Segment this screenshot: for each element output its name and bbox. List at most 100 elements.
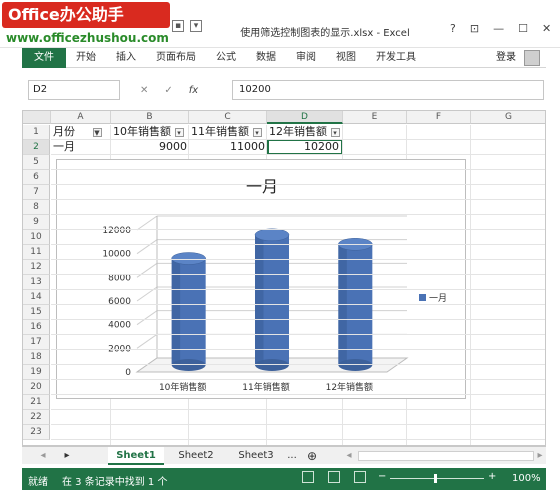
maximize-button[interactable]: ☐ [518,22,528,35]
zoom-level[interactable]: 100% [512,473,541,484]
scroll-right-icon[interactable]: ▸ [60,447,74,465]
row-header[interactable]: 19 [23,365,50,380]
select-all-corner[interactable] [23,111,51,124]
row-header[interactable]: 2 [23,140,50,155]
insert-function-icon[interactable]: fx [189,85,198,96]
formula-buttons: ✕ ✓ fx [140,80,230,100]
row-header[interactable]: 1 [23,125,50,140]
filter-dropdown-icon[interactable]: ▾ [174,127,184,137]
row-header[interactable]: 15 [23,305,50,320]
filter-dropdown-icon[interactable]: ▾ [252,127,262,137]
cell-b2[interactable]: 9000 [111,140,189,154]
tab-view[interactable]: 视图 [326,48,366,68]
avatar[interactable] [524,50,540,66]
column-header-d[interactable]: D [267,111,343,124]
normal-view-icon[interactable] [302,471,314,483]
tab-developer[interactable]: 开发工具 [366,48,426,68]
column-header-g[interactable]: G [471,111,545,124]
column-header-b[interactable]: B [111,111,189,124]
add-sheet-icon[interactable]: ⊕ [304,447,320,465]
tab-review[interactable]: 审阅 [286,48,326,68]
row-header[interactable]: 12 [23,260,50,275]
status-ready: 就绪 [28,477,48,488]
column-header-c[interactable]: C [189,111,267,124]
row-header[interactable]: 23 [23,425,50,440]
row-header[interactable]: 9 [23,215,50,230]
cell-d2-selected[interactable]: 10200 [267,139,343,155]
page-layout-view-icon[interactable] [328,471,340,483]
cell-d1-text: 12年销售额 [269,125,327,138]
tab-page-layout[interactable]: 页面布局 [146,48,206,68]
zoom-slider[interactable] [390,478,484,479]
row-header[interactable]: 16 [23,320,50,335]
row-header[interactable]: 22 [23,410,50,425]
tab-sheet1[interactable]: Sheet1 [108,447,164,465]
row-gridline [51,304,545,305]
save-icon[interactable]: ▪ [172,20,184,32]
horizontal-scrollbar[interactable] [358,451,534,461]
column-header-a[interactable]: A [51,111,111,124]
row-header[interactable]: 8 [23,200,50,215]
scroll-left-icon[interactable]: ◂ [36,447,50,465]
zoom-slider-thumb[interactable] [434,474,437,483]
status-filter-result: 在 3 条记录中找到 1 个 [62,477,168,488]
row-gridline [51,394,545,395]
row-header[interactable]: 18 [23,350,50,365]
cell-a2[interactable]: 一月 [51,140,111,154]
cell-a1[interactable]: 月份 ▼ [51,125,111,139]
row-header[interactable]: 11 [23,245,50,260]
hscroll-right-icon[interactable]: ▸ [534,447,546,465]
quick-access-toolbar: ▪ ▾ [172,20,202,32]
title-bar: Office办公助手 www.officezhushou.com ▪ ▾ 使用筛… [0,0,560,48]
minimize-button[interactable]: — [493,22,504,35]
row-header[interactable]: 20 [23,380,50,395]
zoom-out-icon[interactable]: − [378,471,386,482]
enter-icon[interactable]: ✓ [164,85,172,96]
page-break-view-icon[interactable] [354,471,366,483]
cell-d1[interactable]: 12年销售额 ▾ [267,125,343,139]
tab-file[interactable]: 文件 [22,47,66,68]
cell-c1[interactable]: 11年销售额 ▾ [189,125,267,139]
row-header[interactable]: 13 [23,275,50,290]
tab-home[interactable]: 开始 [66,48,106,68]
row-header[interactable]: 17 [23,335,50,350]
formula-bar: D2 ✕ ✓ fx 10200 [22,80,546,102]
more-sheets-button[interactable]: ... [284,447,300,465]
row-header[interactable]: 6 [23,170,50,185]
tab-sheet2[interactable]: Sheet2 [168,447,224,465]
help-button[interactable]: ? [450,22,456,35]
row-gridline [51,379,545,380]
filter-applied-icon[interactable]: ▼ [92,127,102,137]
worksheet-grid[interactable]: A B C D E F G 1 2 5 6 7 8 9 10 11 12 13 14 15 16 17 18 1… [22,110,546,446]
gridline-side [136,239,158,255]
row-header[interactable]: 5 [23,155,50,170]
row-header[interactable]: 21 [23,395,50,410]
customize-qat-icon[interactable]: ▾ [190,20,202,32]
bar-chart[interactable]: 一月02000400060008000100001200010年销售额11年销售… [56,159,466,399]
close-button[interactable]: ✕ [542,22,551,35]
row-gridline [51,169,545,170]
tab-data[interactable]: 数据 [246,48,286,68]
column-header-f[interactable]: F [407,111,471,124]
filter-dropdown-icon[interactable]: ▾ [330,127,340,137]
row-header[interactable]: 7 [23,185,50,200]
cancel-icon[interactable]: ✕ [140,85,148,96]
row-header[interactable]: 14 [23,290,50,305]
cell-b1[interactable]: 10年销售额 ▾ [111,125,189,139]
bar-shade [255,234,264,365]
row-header[interactable]: 10 [23,230,50,245]
cell-c2[interactable]: 11000 [189,140,267,154]
tab-formulas[interactable]: 公式 [206,48,246,68]
column-gridline [470,125,471,445]
name-box[interactable]: D2 [28,80,120,100]
bar-top [254,228,290,242]
column-header-e[interactable]: E [343,111,407,124]
zoom-in-icon[interactable]: + [488,471,496,482]
y-tick-label: 12000 [102,226,131,236]
tab-sheet3[interactable]: Sheet3 [228,447,284,465]
formula-input[interactable]: 10200 [232,80,544,100]
tab-insert[interactable]: 插入 [106,48,146,68]
hscroll-left-icon[interactable]: ◂ [342,447,356,465]
ribbon-display-icon[interactable]: ⊡ [470,22,479,35]
login-link[interactable]: 登录 [496,48,516,68]
